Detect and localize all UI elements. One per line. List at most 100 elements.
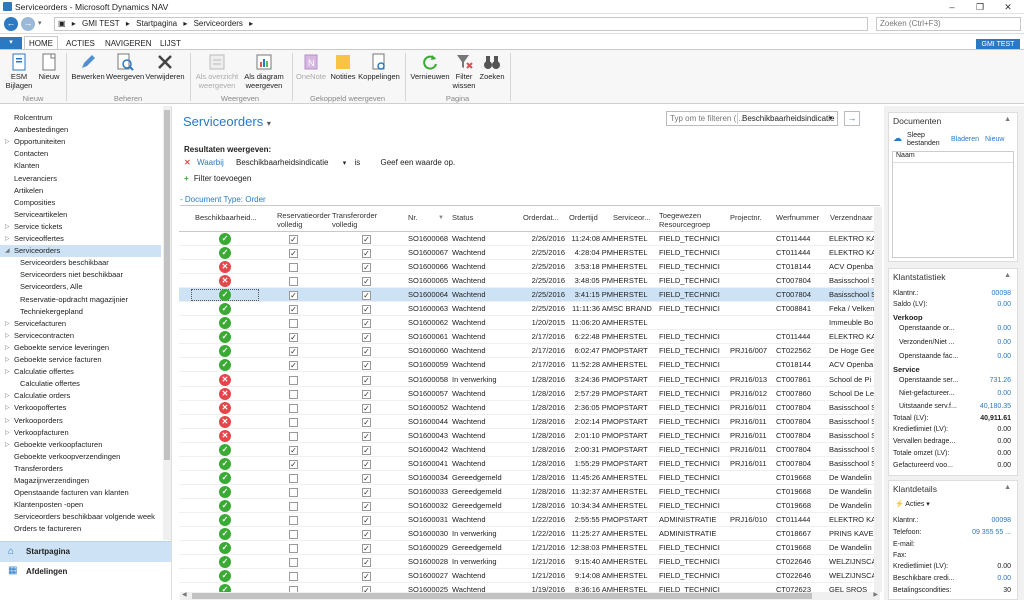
stat-saldo-value[interactable]: 0.00 bbox=[997, 301, 1011, 308]
col-transferorder[interactable]: Transferorder volledig bbox=[332, 211, 388, 229]
table-row[interactable]: ✓ ✓ ✓ SO1600059 Wachtend 2/17/2016 11:52:28 AM… bbox=[179, 358, 879, 373]
sidebar-item[interactable]: ▷ Geboekte service leveringen bbox=[0, 342, 161, 354]
stat-s2-value[interactable]: 0.00 bbox=[997, 390, 1011, 397]
transfer-checkbox[interactable]: ✓ bbox=[362, 389, 371, 399]
table-cell[interactable]: SO1600029 bbox=[408, 541, 448, 555]
reservatie-checkbox[interactable] bbox=[289, 389, 298, 399]
tab-lijst[interactable]: LIJST bbox=[156, 38, 185, 49]
weergeven-button[interactable]: Weergeven bbox=[106, 52, 144, 82]
table-row[interactable]: ✓ ✓ ✓ SO1600042 Wachtend 1/28/2016 2:00:31 PM O… bbox=[179, 443, 879, 457]
transfer-checkbox[interactable]: ✓ bbox=[362, 530, 371, 540]
minimize-button[interactable]: – bbox=[938, 0, 966, 14]
sidebar-item[interactable]: ▷ Calculatie orders bbox=[0, 390, 161, 402]
sidebar-item[interactable]: Orders te factureren bbox=[0, 523, 161, 535]
table-cell[interactable]: SO1600031 bbox=[408, 513, 448, 527]
table-cell[interactable]: SO1600044 bbox=[408, 415, 448, 429]
col-verzendnaar[interactable]: Verzendnaar bbox=[830, 213, 873, 222]
zoeken-button[interactable]: Zoeken bbox=[478, 52, 506, 82]
table-row[interactable]: ✕ ✓ SO1600043 Wachtend 1/28/2016 2:01:10 PM OP… bbox=[179, 429, 879, 443]
transfer-checkbox[interactable]: ✓ bbox=[362, 375, 371, 385]
sidebar-item[interactable]: ▷ Servicecontracten bbox=[0, 330, 161, 342]
col-serviceordertype[interactable]: Serviceor... bbox=[613, 213, 651, 222]
table-row[interactable]: ✓ ✓ ✓ SO1600068 Wachtend 2/26/2016 11:24:08 AM… bbox=[179, 232, 879, 246]
breadcrumb-start[interactable]: Startpagina bbox=[136, 19, 177, 28]
table-row[interactable]: ✕ ✓ SO1600057 Wachtend 1/28/2016 2:57:29 PM OP… bbox=[179, 387, 879, 401]
col-projectnr[interactable]: Projectnr. bbox=[730, 213, 762, 222]
reservatie-checkbox[interactable]: ✓ bbox=[289, 459, 298, 469]
col-nr[interactable]: Nr. bbox=[408, 213, 418, 222]
table-cell[interactable]: SO1600064 bbox=[408, 288, 448, 302]
table-cell[interactable]: SO1600030 bbox=[408, 527, 448, 541]
table-row[interactable]: ✓ ✓ ✓ SO1600061 Wachtend 2/17/2016 6:22:48 PM H… bbox=[179, 330, 879, 345]
close-button[interactable]: ✕ bbox=[994, 0, 1022, 14]
table-row[interactable]: ✓ ✓ ✓ SO1600064 Wachtend 2/25/2016 3:41:15 PM H… bbox=[179, 288, 879, 303]
table-row[interactable]: ✓ ✓ SO1600028 In verwerking 1/21/2016 9:15:40… bbox=[179, 555, 879, 570]
reservatie-checkbox[interactable] bbox=[289, 417, 298, 427]
esm-bijlagen-button[interactable]: ESM Bijlagen bbox=[4, 52, 34, 90]
table-row[interactable]: ✓ ✓ SO1600033 Gereedgemeld 1/28/2016 11:32:37… bbox=[179, 485, 879, 499]
sidebar-item[interactable]: ▷ Verkoopoffertes bbox=[0, 402, 161, 414]
table-row[interactable]: ✓ ✓ SO1600027 Wachtend 1/21/2016 9:14:08 AM HE… bbox=[179, 569, 879, 584]
als-overzicht-button[interactable]: Als overzicht weergeven bbox=[193, 52, 241, 90]
collapsed-arrow-icon[interactable]: ▷ bbox=[5, 354, 10, 366]
transfer-checkbox[interactable]: ✓ bbox=[362, 487, 371, 497]
stat-klantnr-value[interactable]: 00098 bbox=[992, 290, 1011, 297]
det-klantnr-value[interactable]: 00098 bbox=[992, 517, 1011, 524]
sidebar-item[interactable]: Klantenposten -open bbox=[0, 499, 161, 511]
sidebar-item[interactable]: ▷ Calculatie offertes bbox=[0, 366, 161, 378]
table-row[interactable]: ✓ ✓ ✓ SO1600063 Wachtend 2/25/2016 11:11:36 AM… bbox=[179, 302, 879, 317]
back-icon[interactable]: ← bbox=[4, 17, 18, 31]
transfer-checkbox[interactable]: ✓ bbox=[362, 431, 371, 441]
home-icon[interactable]: ▣ bbox=[58, 19, 66, 28]
reservatie-checkbox[interactable]: ✓ bbox=[289, 361, 298, 371]
nieuw-link[interactable]: Nieuw bbox=[985, 136, 1004, 143]
collapsed-arrow-icon[interactable]: ▷ bbox=[5, 366, 10, 378]
transfer-checkbox[interactable]: ✓ bbox=[362, 291, 371, 301]
reservatie-checkbox[interactable] bbox=[289, 403, 298, 413]
sidebar-item[interactable]: Contacten bbox=[0, 148, 161, 160]
sidebar-item[interactable]: Serviceartikelen bbox=[0, 209, 161, 221]
table-cell[interactable]: SO1600067 bbox=[408, 246, 448, 260]
sidebar-item[interactable]: Aanbestedingen bbox=[0, 124, 161, 136]
table-cell[interactable]: SO1600042 bbox=[408, 443, 448, 457]
verwijderen-button[interactable]: Verwijderen bbox=[144, 52, 186, 82]
transfer-checkbox[interactable]: ✓ bbox=[362, 319, 371, 329]
table-cell[interactable]: SO1600062 bbox=[408, 316, 448, 330]
table-cell[interactable]: SO1600068 bbox=[408, 232, 448, 246]
sidebar-item[interactable]: ▷ Verkoopfacturen bbox=[0, 427, 161, 439]
reservatie-checkbox[interactable] bbox=[289, 277, 298, 287]
tab-home[interactable]: HOME bbox=[24, 36, 58, 50]
reservatie-checkbox[interactable] bbox=[289, 572, 298, 582]
reservatie-checkbox[interactable] bbox=[289, 558, 298, 568]
table-row[interactable]: ✓ ✓ ✓ SO1600041 Wachtend 1/28/2016 1:55:29 PM O… bbox=[179, 457, 879, 471]
reservatie-checkbox[interactable] bbox=[289, 319, 298, 329]
collapsed-arrow-icon[interactable]: ▷ bbox=[5, 427, 10, 439]
transfer-checkbox[interactable]: ✓ bbox=[362, 333, 371, 343]
table-cell[interactable]: SO1600066 bbox=[408, 260, 448, 274]
reservatie-checkbox[interactable] bbox=[289, 487, 298, 497]
table-cell[interactable]: SO1600027 bbox=[408, 569, 448, 583]
table-cell[interactable]: SO1600034 bbox=[408, 471, 448, 485]
table-cell[interactable]: SO1600033 bbox=[408, 485, 448, 499]
sidebar-item[interactable]: Serviceorders beschikbaar volgende week bbox=[0, 511, 161, 523]
bewerken-button[interactable]: Bewerken bbox=[70, 52, 106, 82]
det-beschik-value[interactable]: 0.00 bbox=[997, 575, 1011, 582]
sidebar-item[interactable]: Serviceorders, Alle bbox=[0, 281, 161, 293]
tab-acties[interactable]: ACTIES bbox=[62, 38, 99, 49]
sidebar-item[interactable]: Reservatie-opdracht magazijnier bbox=[0, 294, 161, 306]
sidebar-item[interactable]: ▷ Geboekte service facturen bbox=[0, 354, 161, 366]
table-cell[interactable]: SO1600061 bbox=[408, 330, 448, 344]
table-cell[interactable]: SO1600065 bbox=[408, 274, 448, 288]
reservatie-checkbox[interactable]: ✓ bbox=[289, 291, 298, 301]
collapsed-arrow-icon[interactable]: ▷ bbox=[5, 439, 10, 451]
transfer-checkbox[interactable]: ✓ bbox=[362, 277, 371, 287]
det-tel-value[interactable]: 09 355 55 ... bbox=[972, 529, 1011, 536]
transfer-checkbox[interactable]: ✓ bbox=[362, 516, 371, 525]
table-row[interactable]: ✕ ✓ SO1600058 In verwerking 1/28/2016 3:24:36… bbox=[179, 373, 879, 387]
col-reservatieorder[interactable]: Reservatieorder volledig bbox=[277, 211, 337, 229]
sidebar-item[interactable]: Leveranciers bbox=[0, 173, 161, 185]
sidebar-item[interactable]: Magazijnverzendingen bbox=[0, 475, 161, 487]
collapse-icon[interactable]: ▲ bbox=[1004, 272, 1011, 279]
tab-navigeren[interactable]: NAVIGEREN bbox=[101, 38, 156, 49]
grid-scrollbar[interactable] bbox=[874, 207, 882, 592]
